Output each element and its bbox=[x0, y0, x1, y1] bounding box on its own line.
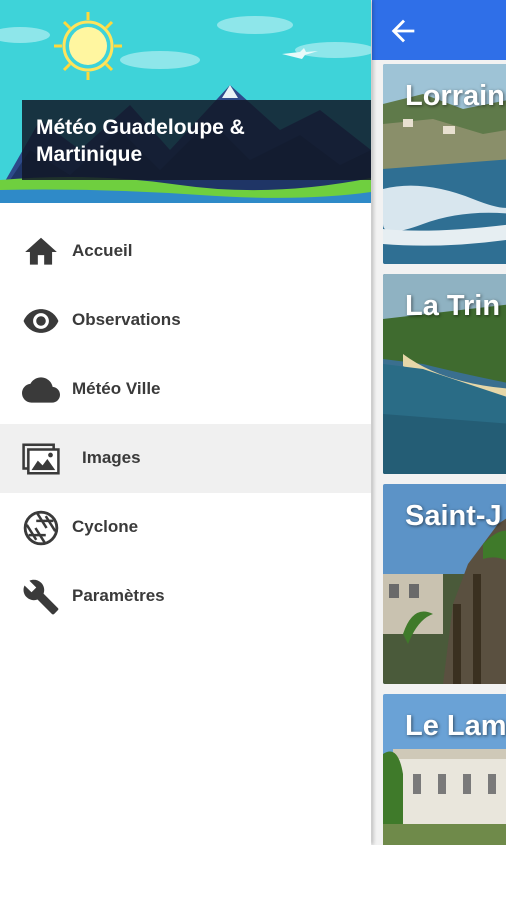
drawer-header: Météo Guadeloupe & Martinique bbox=[0, 0, 371, 203]
card-title: Le Lam bbox=[405, 710, 506, 742]
menu-item-meteo-ville[interactable]: Météo Ville bbox=[0, 355, 371, 424]
eye-icon bbox=[22, 302, 60, 340]
menu-item-label: Accueil bbox=[72, 241, 133, 260]
app-title-line1: Météo Guadeloupe & bbox=[36, 116, 245, 139]
home-icon bbox=[22, 233, 60, 271]
menu-item-label: Paramètres bbox=[72, 586, 165, 605]
location-card[interactable]: La Trin bbox=[383, 274, 506, 474]
drawer-menu: Accueil Observations Météo Ville Images … bbox=[0, 217, 371, 631]
app-bar bbox=[372, 0, 506, 60]
menu-item-label: Cyclone bbox=[72, 517, 139, 536]
location-card[interactable]: Saint-J bbox=[383, 484, 506, 684]
sun-icon bbox=[54, 12, 122, 80]
cloud-icon bbox=[22, 371, 60, 409]
menu-item-label: Météo Ville bbox=[72, 379, 161, 398]
menu-item-label: Observations bbox=[72, 310, 181, 329]
app-title-line2: Martinique bbox=[36, 143, 143, 166]
card-title: Saint-J bbox=[405, 500, 502, 532]
images-icon bbox=[22, 440, 60, 478]
card-title: Lorrain bbox=[405, 80, 505, 112]
card-title: La Trin bbox=[405, 290, 501, 322]
menu-item-observations[interactable]: Observations bbox=[0, 286, 371, 355]
aperture-icon bbox=[22, 509, 60, 547]
arrow-left-icon bbox=[391, 19, 415, 43]
menu-item-parametres[interactable]: Paramètres bbox=[0, 562, 371, 631]
menu-item-images[interactable]: Images bbox=[0, 424, 371, 493]
images-screen: Lorrain La Trin Saint-J Le Lam bbox=[372, 0, 506, 845]
menu-item-accueil[interactable]: Accueil bbox=[0, 217, 371, 286]
menu-item-cyclone[interactable]: Cyclone bbox=[0, 493, 371, 562]
location-card[interactable]: Lorrain bbox=[383, 64, 506, 264]
app-title-box: Météo Guadeloupe & Martinique bbox=[22, 100, 371, 180]
location-card[interactable]: Le Lam bbox=[383, 694, 506, 845]
back-button[interactable] bbox=[386, 14, 420, 48]
wrench-icon bbox=[22, 578, 60, 616]
navigation-drawer: Météo Guadeloupe & Martinique Accueil Ob… bbox=[0, 0, 371, 845]
bottom-area bbox=[0, 845, 506, 900]
menu-item-label: Images bbox=[82, 448, 141, 467]
